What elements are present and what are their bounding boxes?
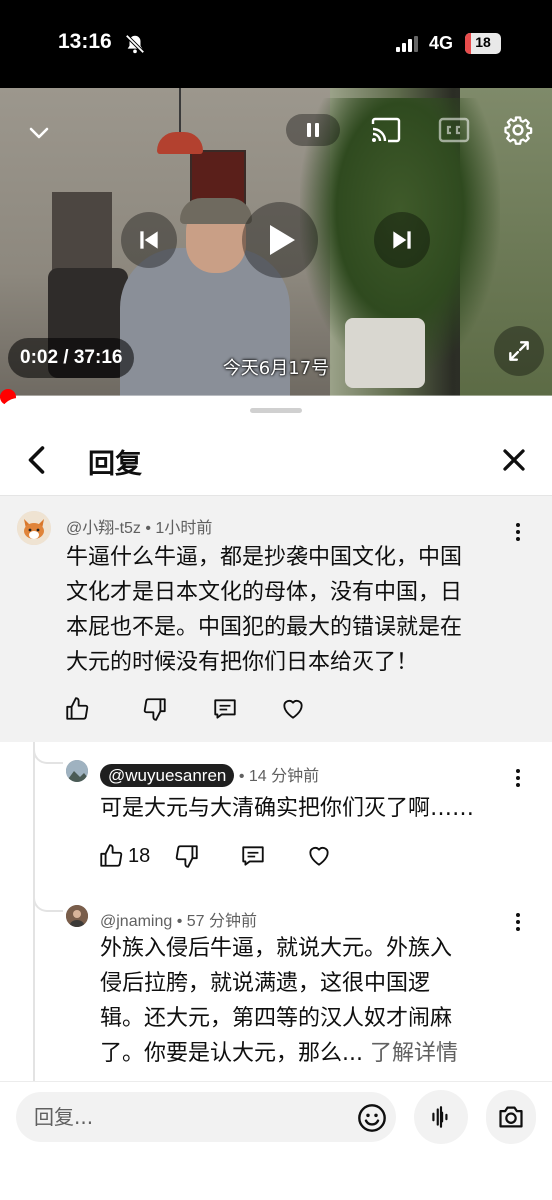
read-more-link[interactable]: 了解详情 bbox=[370, 1041, 458, 1066]
comment-actions bbox=[64, 694, 306, 724]
camera-icon bbox=[499, 1106, 523, 1128]
comment-meta: @小翔-t5z • 1小时前 bbox=[66, 520, 213, 537]
reply-button[interactable] bbox=[240, 841, 266, 871]
captions-icon[interactable] bbox=[436, 114, 472, 146]
sheet-drag-handle[interactable] bbox=[250, 408, 302, 413]
battery-level: 18 bbox=[475, 34, 491, 50]
voice-input-button[interactable] bbox=[414, 1090, 468, 1144]
avatar[interactable] bbox=[66, 905, 88, 927]
status-time: 13:16 bbox=[58, 30, 112, 53]
more-options-icon[interactable] bbox=[508, 764, 528, 792]
thread-line bbox=[33, 742, 35, 1082]
dislike-button[interactable] bbox=[174, 841, 200, 871]
skip-next-icon bbox=[393, 231, 411, 249]
heart-button[interactable] bbox=[306, 841, 332, 871]
reply-body: 外族入侵后牛逼，就说大元。外族入 侵后拉胯，就说满遗，这很中国逻 辑。还大元，第… bbox=[100, 936, 458, 1066]
chevron-down-icon[interactable] bbox=[22, 116, 56, 150]
autoplay-toggle[interactable] bbox=[286, 114, 340, 146]
reply-body: 可是大元与大清确实把你们灭了啊…… bbox=[100, 796, 475, 821]
like-button[interactable] bbox=[64, 694, 90, 724]
replies-sheet: 回复 @小翔-t5z • 1小时前 牛逼什么牛逼，都是抄袭中国文化，中国 文化才… bbox=[0, 398, 552, 1200]
waveform-icon bbox=[432, 1106, 448, 1128]
reply-composer: 回复... bbox=[0, 1081, 552, 1200]
pause-icon bbox=[307, 123, 319, 137]
parent-comment: @小翔-t5z • 1小时前 牛逼什么牛逼，都是抄袭中国文化，中国 文化才是日本… bbox=[0, 496, 552, 742]
reply-time: 57 分钟前 bbox=[186, 913, 258, 930]
comment-author[interactable]: @小翔-t5z bbox=[66, 520, 141, 537]
thumbs-up-icon bbox=[66, 697, 89, 720]
bell-off-icon bbox=[124, 33, 146, 59]
next-video-button[interactable] bbox=[374, 212, 430, 268]
reply-input[interactable]: 回复... bbox=[16, 1092, 396, 1142]
play-button[interactable] bbox=[242, 202, 318, 278]
status-bar: 13:16 4G 18 bbox=[0, 0, 552, 88]
previous-video-button[interactable] bbox=[121, 212, 177, 268]
person-avatar-icon bbox=[66, 905, 88, 927]
close-button[interactable] bbox=[496, 442, 532, 478]
close-icon bbox=[503, 449, 525, 471]
heart-button[interactable] bbox=[280, 694, 306, 724]
fullscreen-button[interactable] bbox=[494, 326, 544, 376]
reply-author[interactable]: @jnaming bbox=[100, 913, 172, 930]
fullscreen-icon bbox=[509, 341, 529, 361]
thumbs-down-icon bbox=[143, 698, 166, 721]
thumbs-up-icon bbox=[100, 844, 123, 867]
reply-button[interactable] bbox=[212, 694, 238, 724]
play-icon bbox=[270, 225, 295, 255]
comment-time: 1小时前 bbox=[155, 520, 213, 537]
video-subtitle: 今天6月17号 bbox=[222, 358, 330, 379]
signal-icon bbox=[396, 36, 418, 52]
settings-gear-icon[interactable] bbox=[500, 112, 536, 148]
avatar[interactable] bbox=[66, 760, 88, 782]
network-type: 4G bbox=[429, 33, 454, 53]
reply-comment-icon bbox=[242, 846, 264, 866]
cast-icon[interactable] bbox=[368, 114, 404, 146]
thumbs-down-icon bbox=[176, 845, 198, 868]
camera-button[interactable] bbox=[486, 1090, 536, 1144]
landscape-avatar-icon bbox=[66, 760, 88, 782]
like-count: 18 bbox=[128, 844, 151, 867]
fox-avatar-icon bbox=[17, 511, 51, 545]
heart-icon bbox=[283, 700, 303, 719]
back-button[interactable] bbox=[20, 442, 56, 478]
reply-time: 14 分钟前 bbox=[248, 768, 320, 785]
back-arrow-icon bbox=[28, 446, 45, 474]
reply-comment-icon bbox=[214, 699, 236, 719]
battery-icon: 18 bbox=[465, 33, 501, 54]
comment-body: 牛逼什么牛逼，都是抄袭中国文化，中国 文化才是日本文化的母体，没有中国，日 本屁… bbox=[66, 545, 463, 675]
emoji-icon[interactable] bbox=[356, 1102, 388, 1134]
reply-author[interactable]: @wuyuesanren bbox=[100, 764, 235, 787]
dislike-button[interactable] bbox=[142, 694, 168, 724]
sheet-title: 回复 bbox=[88, 449, 142, 480]
reply-meta: @wuyuesanren • 14 分钟前 bbox=[100, 762, 320, 787]
reply-actions: 18 bbox=[98, 841, 332, 871]
avatar[interactable] bbox=[17, 511, 51, 545]
reply-meta: @jnaming • 57 分钟前 bbox=[100, 913, 258, 930]
skip-previous-icon bbox=[140, 231, 158, 249]
heart-icon bbox=[309, 847, 329, 866]
like-button[interactable]: 18 bbox=[98, 841, 150, 871]
video-player[interactable]: 0:02 / 37:16 今天6月17号 bbox=[0, 88, 552, 396]
